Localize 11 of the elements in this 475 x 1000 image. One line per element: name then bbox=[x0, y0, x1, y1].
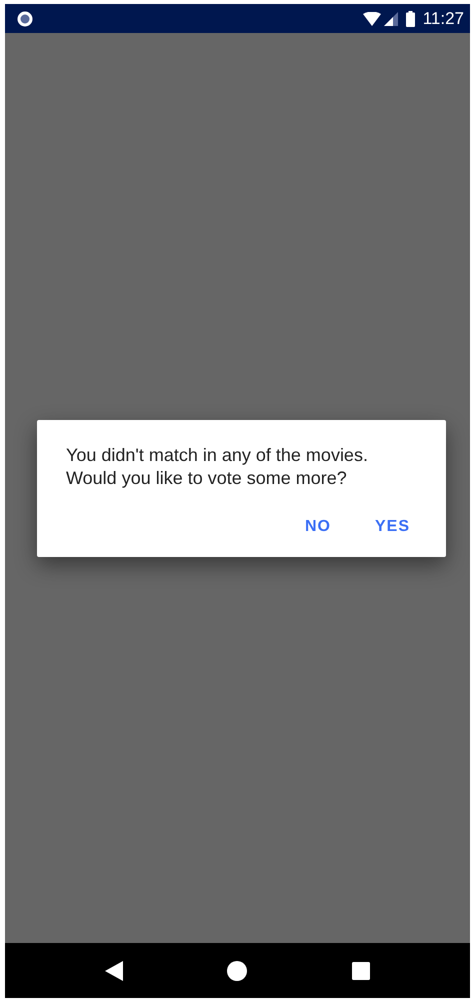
dialog-button[interactable]: YES bbox=[358, 510, 426, 544]
dialog-message: You didn't match in any of the movies. Would you like to vote some more? bbox=[66, 444, 369, 490]
recents-icon[interactable] bbox=[352, 962, 370, 980]
back-icon[interactable] bbox=[105, 960, 124, 980]
clock-time: 11:27 bbox=[422, 8, 464, 28]
notification-icon bbox=[17, 10, 33, 26]
wifi-icon bbox=[362, 12, 381, 26]
dialog-button[interactable]: NO bbox=[288, 510, 347, 544]
battery-icon bbox=[406, 10, 415, 26]
signal-icon bbox=[384, 12, 398, 26]
home-icon[interactable] bbox=[227, 960, 248, 980]
